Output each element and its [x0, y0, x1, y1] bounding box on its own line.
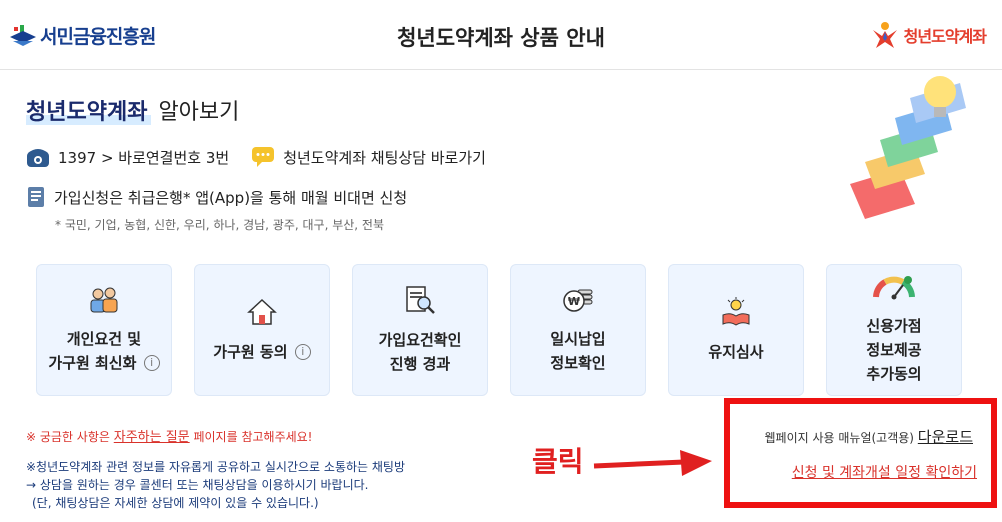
- gauge-icon: [873, 275, 915, 308]
- apply-text: 가입신청은 취급은행* 앱(App)을 통해 매월 비대면 신청: [54, 188, 408, 207]
- hero-title-strong: 청년도약계좌: [26, 100, 152, 125]
- won-coin-icon: ₩: [562, 286, 594, 321]
- card-label-line: 가구원 동의 i: [213, 340, 311, 364]
- card-personal-household-update[interactable]: 개인요건 및 가구원 최신화 i: [36, 264, 172, 396]
- card-label-line: 유지심사: [708, 342, 764, 361]
- manual-label: 웹페이지 사용 매뉴얼(고객용): [764, 431, 918, 445]
- chat-room-note: ※청년도약계좌 관련 정보를 자유롭게 공유하고 실시간으로 소통하는 채팅방 …: [26, 458, 405, 512]
- apply-info: 가입신청은 취급은행* 앱(App)을 통해 매월 비대면 신청: [26, 186, 407, 208]
- card-household-consent[interactable]: 가구원 동의 i: [194, 264, 330, 396]
- faq-prefix: ※ 궁금한 사항은: [26, 430, 114, 444]
- card-maintenance-review[interactable]: 유지심사: [668, 264, 804, 396]
- page-title: 청년도약계좌 상품 안내: [397, 26, 605, 50]
- card-label-line: 진행 경과: [389, 354, 451, 373]
- card-label-line: 정보확인: [550, 353, 606, 372]
- chat-note-line: → 상담을 원하는 경우 콜센터 또는 채팅상담을 이용하시기 바랍니다.: [26, 478, 369, 492]
- card-lump-sum-info[interactable]: ₩ 일시납입 정보확인: [510, 264, 646, 396]
- brand-logo[interactable]: 청년도약계좌: [870, 20, 987, 50]
- card-label-line: 가구원 최신화 i: [48, 351, 160, 375]
- card-label-line: 신용가점: [866, 316, 922, 335]
- hero-title: 청년도약계좌 알아보기: [26, 94, 239, 126]
- chat-bubble-icon: [252, 147, 275, 167]
- card-credit-score-consent[interactable]: 신용가점 정보제공 추가동의: [826, 264, 962, 396]
- house-icon: [247, 297, 277, 334]
- svg-text:₩: ₩: [568, 295, 580, 308]
- right-arrow-icon: [593, 450, 712, 476]
- info-icon[interactable]: i: [143, 355, 160, 371]
- faq-suffix: 페이지를 참고해주세요!: [189, 430, 313, 444]
- bank-list: * 국민, 기업, 농협, 신한, 우리, 하나, 경남, 광주, 대구, 부산…: [55, 218, 384, 232]
- card-label-line: 개인요건 및: [66, 329, 142, 348]
- faq-note: ※ 궁금한 사항은 자주하는 질문 페이지를 참고해주세요!: [26, 426, 313, 445]
- stairs-bulb-illustration: [840, 74, 990, 224]
- document-icon: [28, 187, 44, 207]
- card-label-line: 가입요건확인: [378, 330, 462, 349]
- manual-download-link[interactable]: 다운로드: [918, 428, 973, 446]
- manual-download: 웹페이지 사용 매뉴얼(고객용) 다운로드: [765, 426, 974, 447]
- people-icon: [89, 286, 119, 321]
- card-label-line: 일시납입: [550, 329, 606, 348]
- chat-contact[interactable]: 청년도약계좌 채팅상담 바로가기: [251, 146, 486, 168]
- click-annotation-label: 클릭: [532, 445, 584, 478]
- service-cards: 개인요건 및 가구원 최신화 i 가구원 동의 i 가입요건확인 진행 경과 ₩…: [36, 264, 962, 396]
- card-label-text: 가구원 최신화: [48, 353, 137, 372]
- brand-star-icon: [872, 22, 897, 48]
- stairs-bulb-icon: [850, 76, 966, 219]
- phone-contact: 1397 > 바로연결번호 3번: [26, 146, 229, 168]
- card-label-text: 가구원 동의: [213, 342, 288, 361]
- hero-title-rest: 알아보기: [151, 100, 240, 125]
- contact-row: 1397 > 바로연결번호 3번 청년도약계좌 채팅상담 바로가기: [26, 146, 508, 168]
- highlight-box: 웹페이지 사용 매뉴얼(고객용) 다운로드 신청 및 계좌개설 일정 확인하기: [724, 398, 997, 508]
- card-label-line: 정보제공: [866, 340, 922, 359]
- card-eligibility-progress[interactable]: 가입요건확인 진행 경과: [352, 264, 488, 396]
- telephone-icon: [27, 149, 49, 167]
- info-icon[interactable]: i: [294, 344, 311, 360]
- phone-text: 1397 > 바로연결번호 3번: [58, 148, 230, 167]
- brand-logo-text: 청년도약계좌: [903, 27, 987, 46]
- page-header: 서민금융진흥원 청년도약계좌 상품 안내 청년도약계좌: [0, 0, 1002, 70]
- chat-link-text[interactable]: 청년도약계좌 채팅상담 바로가기: [283, 147, 486, 168]
- document-search-icon: [404, 285, 436, 322]
- chat-note-line: (단, 채팅상담은 자세한 상담에 제약이 있을 수 있습니다.): [32, 496, 319, 510]
- book-bulb-icon: [720, 296, 752, 334]
- faq-link[interactable]: 자주하는 질문: [114, 430, 190, 445]
- chat-note-line: ※청년도약계좌 관련 정보를 자유롭게 공유하고 실시간으로 소통하는 채팅방: [26, 460, 405, 474]
- card-label-line: 추가동의: [866, 364, 922, 383]
- schedule-link[interactable]: 신청 및 계좌개설 일정 확인하기: [792, 462, 977, 482]
